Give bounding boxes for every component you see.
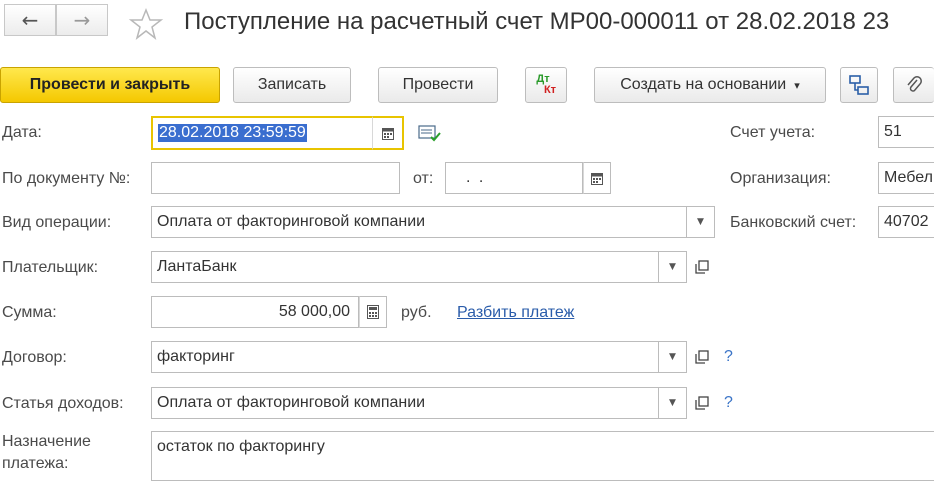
- operation-label: Вид операции:: [2, 214, 112, 231]
- income-item-label: Статья доходов:: [2, 395, 124, 412]
- purpose-label-line2: платежа:: [2, 455, 69, 472]
- account-label: Счет учета:: [730, 124, 816, 141]
- calculator-icon: [367, 305, 379, 319]
- purpose-textarea[interactable]: остаток по факторингу: [151, 431, 934, 481]
- income-item-input[interactable]: Оплата от факторинговой компании: [151, 387, 659, 419]
- contract-label: Договор:: [2, 349, 67, 366]
- contract-input[interactable]: факторинг: [151, 341, 659, 373]
- post-button[interactable]: Провести: [378, 67, 498, 103]
- chevron-down-icon: ▼: [669, 262, 676, 272]
- calendar-icon: [591, 172, 603, 185]
- open-icon: [695, 260, 709, 274]
- paperclip-icon: [907, 76, 922, 92]
- arrow-right-icon: →: [73, 8, 91, 32]
- open-icon: [695, 350, 709, 364]
- income-item-help-icon[interactable]: ?: [724, 394, 733, 412]
- payer-dropdown-button[interactable]: ▼: [659, 251, 687, 283]
- account-input[interactable]: 51: [878, 116, 934, 148]
- payer-open-button[interactable]: [688, 253, 716, 281]
- back-button[interactable]: ←: [4, 4, 56, 36]
- date-input[interactable]: 28.02.2018 23:59:59: [151, 116, 372, 150]
- date-calendar-button[interactable]: [372, 116, 404, 150]
- date-value: 28.02.2018 23:59:59: [158, 124, 307, 142]
- calculator-button[interactable]: [359, 296, 387, 328]
- create-based-label: Создать на основании: [620, 76, 787, 93]
- forward-button[interactable]: →: [56, 4, 108, 36]
- structure-button[interactable]: [840, 67, 878, 103]
- create-based-on-button[interactable]: Создать на основании ▾: [594, 67, 826, 103]
- arrow-left-icon: ←: [21, 8, 39, 32]
- purpose-label-line1: Назначение: [2, 433, 91, 450]
- document-check-icon: [418, 125, 441, 142]
- chevron-down-icon: ▼: [697, 217, 704, 227]
- organization-input[interactable]: Мебел: [878, 162, 934, 194]
- save-button[interactable]: Записать: [233, 67, 351, 103]
- doc-number-input[interactable]: [151, 162, 400, 194]
- bank-account-input[interactable]: 40702: [878, 206, 934, 238]
- check-date-button[interactable]: [418, 122, 442, 144]
- favorite-button[interactable]: [128, 6, 164, 42]
- doc-number-label: По документу №:: [2, 170, 131, 187]
- operation-select[interactable]: Оплата от факторинговой компании: [151, 206, 687, 238]
- open-icon: [695, 396, 709, 410]
- payer-input[interactable]: ЛантаБанк: [151, 251, 659, 283]
- income-item-dropdown-button[interactable]: ▼: [659, 387, 687, 419]
- operation-dropdown-button[interactable]: ▼: [687, 206, 715, 238]
- page-title: Поступление на расчетный счет МР00-00001…: [184, 8, 890, 35]
- currency-label: руб.: [401, 304, 432, 321]
- payer-label: Плательщик:: [2, 259, 99, 276]
- doc-from-date-input[interactable]: . .: [445, 162, 583, 194]
- structure-icon: [849, 75, 869, 95]
- chevron-down-icon: ▼: [669, 398, 676, 408]
- contract-dropdown-button[interactable]: ▼: [659, 341, 687, 373]
- star-icon: [128, 7, 164, 40]
- date-label: Дата:: [2, 124, 42, 141]
- kt-label: Кт: [543, 84, 557, 96]
- chevron-down-icon: ▼: [669, 352, 676, 362]
- amount-label: Сумма:: [2, 304, 57, 321]
- dt-kt-report-button[interactable]: Дт Кт: [525, 67, 567, 103]
- split-payment-link[interactable]: Разбить платеж: [457, 304, 574, 322]
- amount-input[interactable]: 58 000,00: [151, 296, 359, 328]
- contract-open-button[interactable]: [688, 343, 716, 371]
- organization-label: Организация:: [730, 170, 831, 187]
- attachments-button[interactable]: [893, 67, 934, 103]
- chevron-down-icon: ▾: [794, 78, 800, 92]
- doc-from-calendar-button[interactable]: [583, 162, 611, 194]
- bank-account-label: Банковский счет:: [730, 214, 857, 231]
- doc-from-label: от:: [413, 170, 434, 187]
- calendar-icon: [381, 127, 394, 140]
- contract-help-icon[interactable]: ?: [724, 348, 733, 366]
- income-item-open-button[interactable]: [688, 389, 716, 417]
- post-and-close-button[interactable]: Провести и закрыть: [0, 67, 220, 103]
